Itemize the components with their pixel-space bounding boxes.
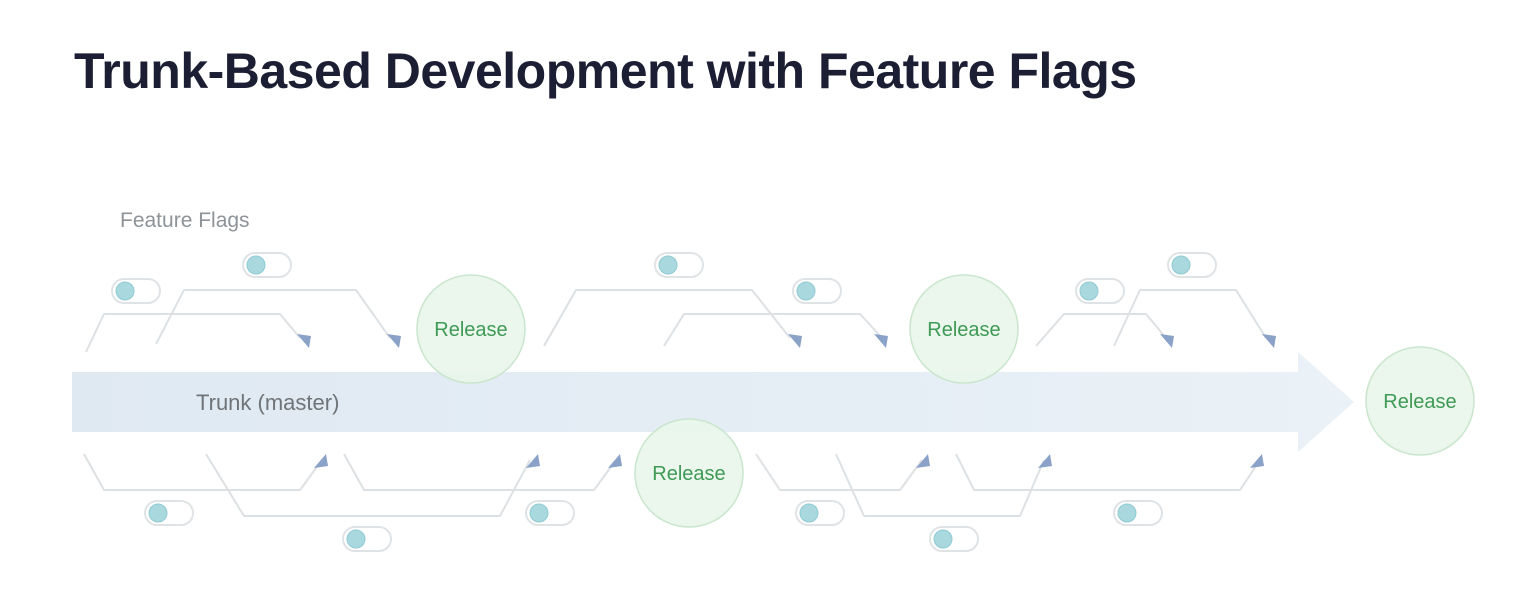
feature-toggle [929,526,979,552]
branch-line [543,289,791,347]
feature-toggle [1075,278,1125,304]
branch-line [83,453,323,491]
merge-arrowhead [608,454,622,468]
merge-arrowhead [1250,454,1264,468]
merge-arrowhead [788,334,802,348]
branch-line [835,453,1045,517]
release-marker: Release [416,274,526,384]
feature-toggle [1113,500,1163,526]
feature-toggle [144,500,194,526]
merge-arrowhead [526,454,540,468]
toggle-knob [1171,255,1191,275]
toggle-knob [529,503,549,523]
merge-arrowhead [1160,334,1174,348]
feature-toggle [342,526,392,552]
feature-toggle [654,252,704,278]
feature-toggle [111,278,161,304]
branch-line [663,313,883,347]
release-label: Release [652,463,725,485]
toggle-knob [933,529,953,549]
release-marker: Release [1365,346,1475,456]
merge-arrowhead [387,334,401,348]
feature-toggle [795,500,845,526]
branch-line [1035,313,1167,347]
toggle-knob [1079,281,1099,301]
merge-arrowhead [1038,454,1052,468]
branch-line [85,313,301,353]
feature-flags-label: Feature Flags [120,209,250,232]
trunk-diagram: Release Release Release Release Feature Fla… [72,209,1475,552]
toggle-knob [796,281,816,301]
branch-line [155,289,391,345]
merge-arrowhead [916,454,930,468]
release-marker: Release [909,274,1019,384]
toggle-knob [148,503,168,523]
feature-toggle [242,252,292,278]
branch-line [205,453,531,517]
toggle-knob [246,255,266,275]
feature-toggle [525,500,575,526]
release-label: Release [1383,391,1456,413]
branch-line [1113,289,1267,347]
merge-arrowhead [314,454,328,468]
release-marker: Release [634,418,744,528]
toggle-knob [799,503,819,523]
feature-toggle [792,278,842,304]
feature-toggle [1167,252,1217,278]
merge-arrowhead [1262,334,1276,348]
toggle-knob [1117,503,1137,523]
toggle-knob [346,529,366,549]
release-label: Release [927,319,1000,341]
toggle-knob [658,255,678,275]
release-label: Release [434,319,507,341]
trunk-label: Trunk (master) [196,390,339,415]
branch-line [955,453,1261,491]
branch-line [343,453,617,491]
merge-arrowhead [874,334,888,348]
merge-arrowhead [297,334,311,348]
toggle-knob [115,281,135,301]
